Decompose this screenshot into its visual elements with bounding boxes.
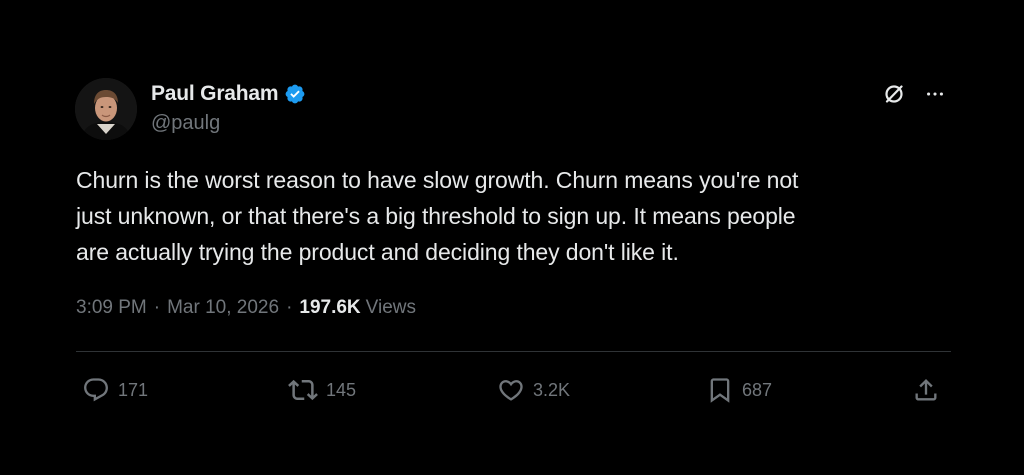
reply-count: 171 [118, 379, 149, 400]
tweet-date[interactable]: Mar 10, 2026 [167, 297, 279, 319]
author-name-row: Paul Graham [151, 81, 306, 107]
reply-button[interactable]: 171 [82, 372, 148, 408]
avatar[interactable] [75, 78, 137, 140]
meta-separator: · [153, 297, 161, 318]
like-count: 3.2K [533, 379, 571, 400]
meta-separator: · [286, 297, 293, 318]
tweet-meta: 3:09 PM · Mar 10, 2026 · 197.6K Views [76, 297, 416, 319]
like-button[interactable]: 3.2K [497, 372, 570, 408]
bookmark-count: 687 [742, 379, 773, 400]
views-label: Views [365, 297, 417, 318]
views-count[interactable]: 197.6K [299, 297, 360, 319]
bookmark-button[interactable]: 687 [706, 372, 772, 408]
author-display-name[interactable]: Paul Graham [151, 82, 279, 106]
repost-count: 145 [326, 379, 357, 400]
more-icon [927, 92, 943, 96]
more-options-button[interactable] [921, 80, 949, 108]
grok-button[interactable] [880, 80, 908, 108]
like-icon [499, 380, 523, 401]
divider [76, 351, 951, 352]
author-handle[interactable]: @paulg [151, 112, 220, 135]
grok-icon [885, 85, 903, 103]
verified-badge-icon [285, 84, 305, 104]
repost-button[interactable]: 145 [288, 372, 356, 408]
share-button[interactable] [912, 372, 940, 408]
reply-icon [84, 378, 108, 402]
repost-icon [288, 379, 318, 401]
share-icon [915, 379, 937, 401]
tweet-text: Churn is the worst reason to have slow g… [76, 167, 799, 265]
tweet-time[interactable]: 3:09 PM [76, 297, 147, 319]
tweet-card: Paul Graham @paulg Churn is the worst re… [0, 0, 1024, 475]
bookmark-icon [710, 378, 730, 403]
